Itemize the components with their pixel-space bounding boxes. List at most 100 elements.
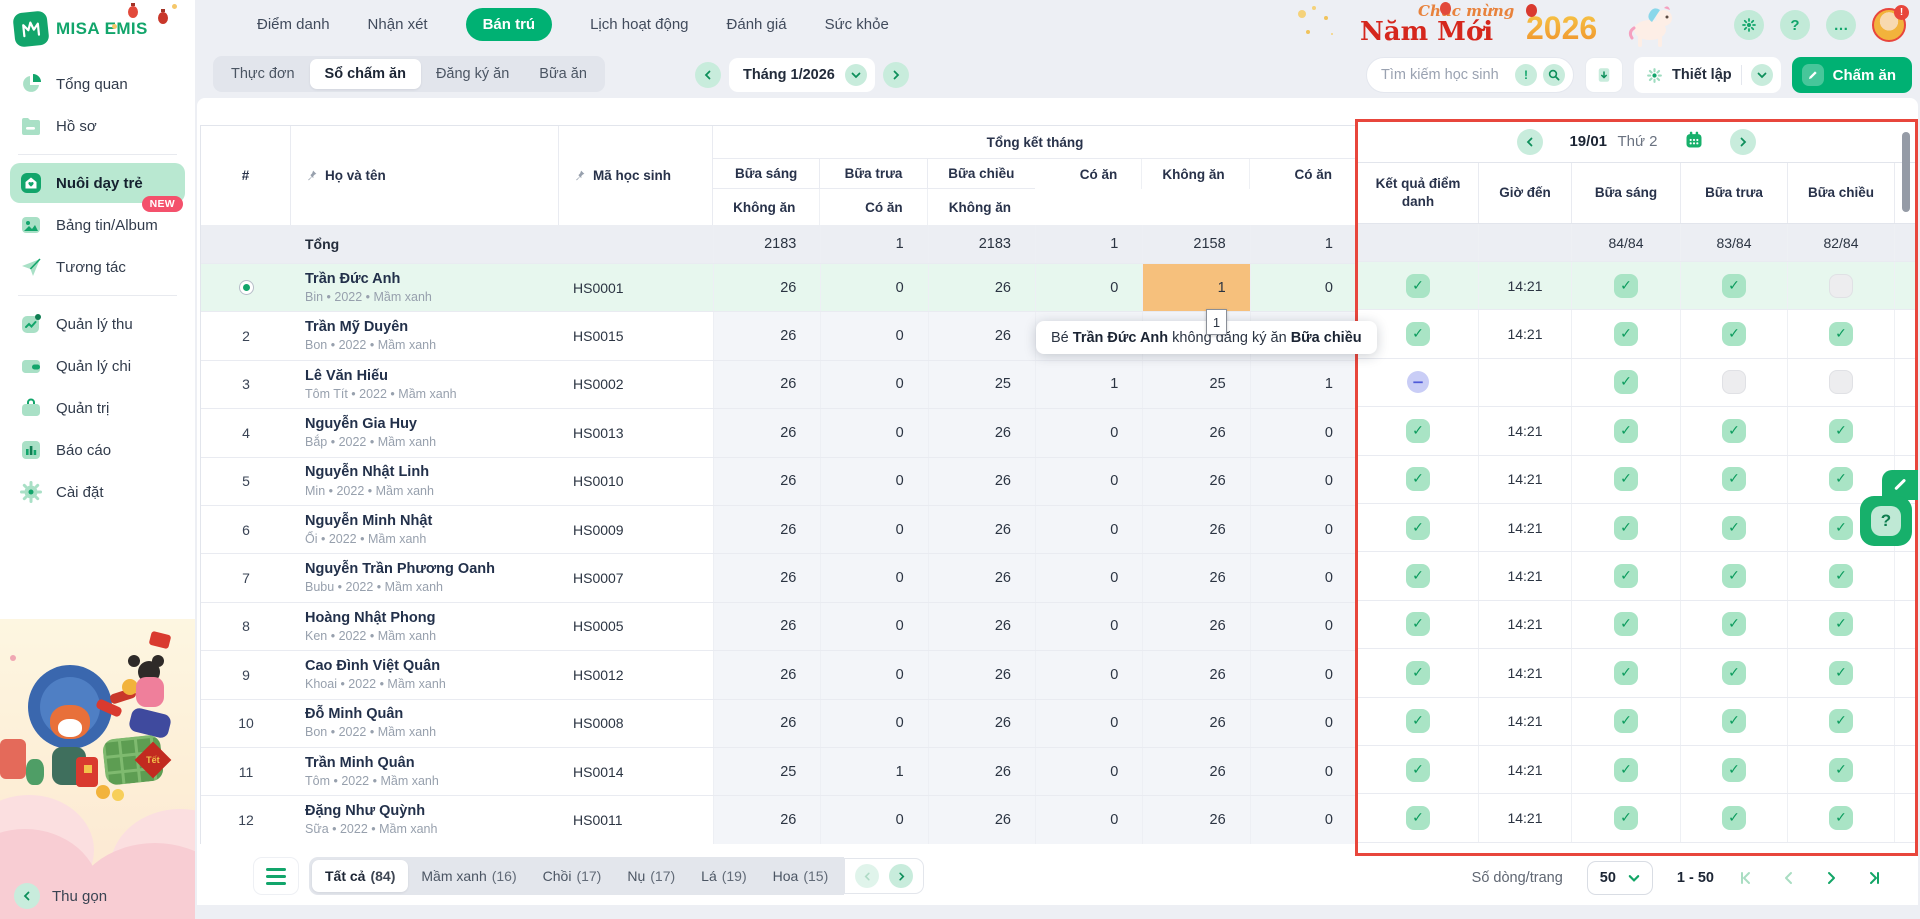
meal-check-cell[interactable]: ✓ <box>1572 310 1681 357</box>
day-row[interactable]: ✓14:21✓✓✓ <box>1358 746 1915 794</box>
table-row[interactable]: 9Cao Đình Việt QuânKhoai • 2022 • Mầm xa… <box>201 650 1355 698</box>
check-icon[interactable]: ✓ <box>1406 322 1430 346</box>
day-row[interactable]: ✓14:21✓✓ <box>1358 262 1915 310</box>
check-icon[interactable]: ✓ <box>1722 709 1746 733</box>
meal-check-cell[interactable]: ✓ <box>1572 262 1681 309</box>
meal-check-cell[interactable]: ✓ <box>1572 359 1681 406</box>
meal-count-cell[interactable]: 26 <box>713 796 820 843</box>
meal-check-cell[interactable]: ✓ <box>1681 456 1788 503</box>
check-icon[interactable]: ✓ <box>1406 709 1430 733</box>
student-name-cell[interactable]: Trần Mỹ DuyênBon • 2022 • Mầm xanh <box>291 312 559 359</box>
check-icon[interactable]: ✓ <box>1406 806 1430 830</box>
check-icon[interactable]: ✓ <box>1614 709 1638 733</box>
table-row[interactable]: 3Lê Văn HiếuTôm Tít • 2022 • Mầm xanhHS0… <box>201 360 1355 408</box>
last-page-button[interactable] <box>1864 869 1882 887</box>
check-icon[interactable]: ✓ <box>1406 612 1430 636</box>
meal-count-cell[interactable]: 0 <box>1250 506 1357 553</box>
meal-count-cell[interactable]: 0 <box>820 409 927 456</box>
check-icon[interactable]: ✓ <box>1406 419 1430 443</box>
meal-count-cell[interactable]: 0 <box>820 700 927 747</box>
meal-count-cell[interactable]: 25 <box>1142 361 1249 408</box>
meal-count-cell[interactable]: 0 <box>1035 506 1142 553</box>
meal-count-cell[interactable]: 25 <box>713 748 820 795</box>
meal-count-cell[interactable]: 26 <box>928 603 1035 650</box>
attendance-cell[interactable]: ✓ <box>1358 649 1479 696</box>
prev-month-button[interactable] <box>695 62 721 88</box>
check-icon[interactable]: ✓ <box>1614 274 1638 298</box>
sidebar-item-paper-plane[interactable]: Tương tác <box>10 247 185 287</box>
meal-count-cell[interactable]: 0 <box>1035 409 1142 456</box>
meal-count-cell[interactable]: 26 <box>928 651 1035 698</box>
day-row[interactable]: ✓14:21✓✓✓ <box>1358 310 1915 358</box>
check-icon[interactable]: ✓ <box>1722 467 1746 491</box>
check-icon[interactable]: ✓ <box>1722 516 1746 540</box>
meal-count-cell[interactable]: 0 <box>820 506 927 553</box>
check-icon[interactable]: ✓ <box>1829 516 1853 540</box>
nav-tab[interactable]: Đánh giá <box>727 16 787 33</box>
sidebar-item-folder[interactable]: Hồ sơ <box>10 106 185 146</box>
meal-check-cell[interactable]: ✓ <box>1572 407 1681 454</box>
sidebar-item-photo[interactable]: Bảng tin/AlbumNEW <box>10 205 185 245</box>
day-row[interactable]: ✓14:21✓✓✓ <box>1358 794 1915 842</box>
meal-check-cell[interactable]: ✓ <box>1572 601 1681 648</box>
check-icon[interactable]: ✓ <box>1614 419 1638 443</box>
meal-count-cell[interactable]: 0 <box>1035 603 1142 650</box>
day-row[interactable]: ✓14:21✓✓✓ <box>1358 504 1915 552</box>
meal-check-cell[interactable] <box>1788 262 1895 309</box>
check-icon[interactable]: ✓ <box>1614 516 1638 540</box>
scrollbar-thumb[interactable] <box>1902 132 1910 212</box>
day-row[interactable]: ✓14:21✓✓✓ <box>1358 649 1915 697</box>
class-tab[interactable]: Nụ(17) <box>614 860 688 892</box>
meal-count-cell[interactable]: 0 <box>820 796 927 843</box>
meal-check-cell[interactable] <box>1788 359 1895 406</box>
attendance-cell[interactable]: ✓ <box>1358 262 1479 309</box>
student-name-cell[interactable]: Hoàng Nhật PhongKen • 2022 • Mầm xanh <box>291 603 559 650</box>
attendance-cell[interactable]: − <box>1358 359 1479 406</box>
meal-count-cell[interactable]: 0 <box>1250 554 1357 601</box>
meal-count-cell[interactable]: 0 <box>1250 651 1357 698</box>
meal-count-cell[interactable]: 0 <box>820 361 927 408</box>
meal-count-cell[interactable]: 0 <box>820 458 927 505</box>
meal-count-cell[interactable]: 26 <box>713 506 820 553</box>
meal-check-cell[interactable]: ✓ <box>1681 262 1788 309</box>
meal-count-cell[interactable]: 26 <box>713 603 820 650</box>
meal-count-cell[interactable]: 26 <box>928 264 1035 311</box>
day-row[interactable]: −✓ <box>1358 359 1915 407</box>
meal-check-cell[interactable]: ✓ <box>1681 552 1788 599</box>
meal-check-cell[interactable]: ✓ <box>1788 552 1895 599</box>
sidebar-item-report[interactable]: Báo cáo <box>10 430 185 470</box>
meal-check-cell[interactable]: ✓ <box>1681 698 1788 745</box>
view-tab[interactable]: Bữa ăn <box>524 59 602 89</box>
attendance-cell[interactable]: ✓ <box>1358 601 1479 648</box>
check-icon[interactable]: ✓ <box>1722 419 1746 443</box>
meal-count-cell[interactable]: 0 <box>820 603 927 650</box>
student-name-cell[interactable]: Đỗ Minh QuânBon • 2022 • Mầm xanh <box>291 700 559 747</box>
meal-count-cell[interactable]: 1 <box>1142 264 1249 311</box>
check-icon[interactable]: ✓ <box>1406 564 1430 588</box>
check-icon[interactable]: ✓ <box>1722 806 1746 830</box>
next-page-button[interactable] <box>1822 869 1840 887</box>
meal-check-cell[interactable]: ✓ <box>1572 456 1681 503</box>
student-name-cell[interactable]: Nguyễn Minh NhậtỔi • 2022 • Mầm xanh <box>291 506 559 553</box>
meal-count-cell[interactable]: 26 <box>1142 748 1249 795</box>
help-fab[interactable]: ? <box>1860 496 1912 546</box>
month-select[interactable]: Tháng 1/2026 <box>729 58 875 92</box>
check-icon[interactable]: ✓ <box>1614 370 1638 394</box>
meal-count-cell[interactable]: 0 <box>1035 554 1142 601</box>
table-row[interactable]: 10Đỗ Minh QuânBon • 2022 • Mầm xanhHS000… <box>201 699 1355 747</box>
first-page-button[interactable] <box>1738 869 1756 887</box>
meal-count-cell[interactable]: 26 <box>928 748 1035 795</box>
meal-count-cell[interactable]: 26 <box>713 264 820 311</box>
meal-count-cell[interactable]: 0 <box>1035 796 1142 843</box>
check-icon[interactable]: ✓ <box>1614 322 1638 346</box>
meal-count-cell[interactable]: 0 <box>1035 651 1142 698</box>
nav-tab[interactable]: Lịch hoạt động <box>590 16 688 33</box>
attendance-cell[interactable]: ✓ <box>1358 552 1479 599</box>
student-name-cell[interactable]: Trần Minh QuânTôm • 2022 • Mầm xanh <box>291 748 559 795</box>
meal-count-cell[interactable]: 0 <box>1250 409 1357 456</box>
meal-count-cell[interactable]: 26 <box>1142 409 1249 456</box>
student-name-cell[interactable]: Nguyễn Nhật LinhMin • 2022 • Mầm xanh <box>291 458 559 505</box>
tabs-prev-button[interactable] <box>855 864 879 888</box>
brand-logo[interactable]: MISA EMIS <box>0 0 195 54</box>
class-tab[interactable]: Lá(19) <box>688 860 759 892</box>
